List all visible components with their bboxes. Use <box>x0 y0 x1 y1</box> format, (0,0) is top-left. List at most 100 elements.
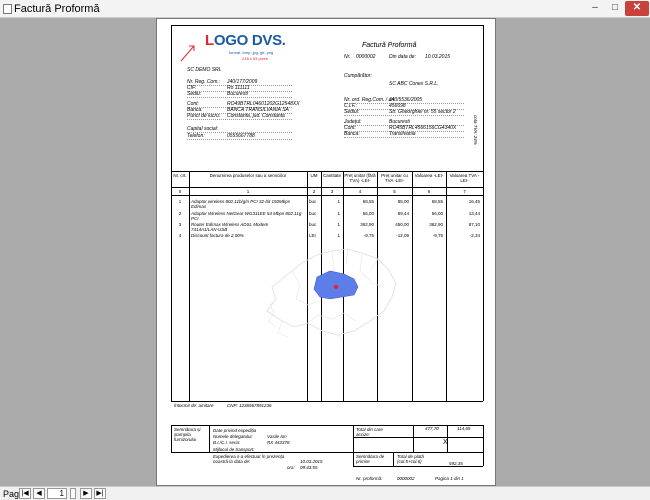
frame-right-line <box>483 25 484 171</box>
receiver-signature: Semnătura de primire <box>356 454 385 464</box>
maximize-button[interactable]: □ <box>606 1 624 16</box>
table-cell-pu: 68,55 <box>362 199 374 204</box>
table-right-border <box>483 171 484 401</box>
table-column-number: 7 <box>463 189 466 194</box>
table-cell-qty: 1 <box>337 222 340 227</box>
table-cell-pu-tva: 85,00 <box>397 199 409 204</box>
table-column-divider <box>412 171 413 401</box>
footer-nr-line <box>353 466 483 467</box>
transport-label: Mijlocul de transport: <box>213 447 255 452</box>
table-header-cell: Valoarea TVA -LEI- <box>449 173 480 183</box>
table-cell-qty: 1 <box>337 233 340 238</box>
buyer-name: SC ABC Conex S.R.L. <box>389 81 439 87</box>
footer-total-line <box>353 437 483 438</box>
preview-workspace[interactable]: LOGO DVS. format .bmp,.jpg,.gif,.png 218… <box>0 18 650 486</box>
table-cell-qty: 1 <box>337 199 340 204</box>
table-cell-tva: -2,34 <box>469 233 480 238</box>
table-header-cell: Preț unitar (fără TVA) -LEI- <box>344 173 376 183</box>
invoice-date: 10.03.2015 <box>425 54 451 60</box>
ora-label: ora: <box>287 465 295 470</box>
title-bar: Factură Proformă – □ ✕ <box>0 0 650 18</box>
table-left-border <box>171 171 172 401</box>
table-column-number: 4 <box>358 189 362 194</box>
table-header-top <box>171 171 483 172</box>
ci-value: RX 443378 <box>267 440 290 445</box>
table-column-number: 6 <box>427 189 431 194</box>
page-navigation-bar: Page: |◀ ◀ 1 ▶ ▶| <box>0 486 650 500</box>
total-value: 477,70 <box>425 426 439 431</box>
table-cell-val: -9,75 <box>432 233 443 238</box>
last-page-button[interactable]: ▶| <box>94 488 106 499</box>
delegat-name: Vasile Ion <box>267 434 287 439</box>
footer-right-border <box>483 425 484 452</box>
x-mark: X <box>443 439 448 446</box>
table-header-bottom <box>171 187 483 188</box>
table-column-number: 5 <box>393 189 396 194</box>
footer-divider-2 <box>353 425 354 452</box>
expedition-label: Expedierea s-a efectuat în prezența noas… <box>213 454 285 464</box>
close-button[interactable]: ✕ <box>625 1 649 16</box>
table-cell-pu-tva: 69,44 <box>397 211 409 216</box>
footer-lower-divider-3 <box>483 452 484 466</box>
expedition-date: 10.03.2015 <box>300 459 323 464</box>
frame-left-line <box>171 25 172 171</box>
table-cell-um: buc <box>309 199 317 204</box>
logo-size: 218 x 53 pixeli <box>242 56 268 61</box>
table-column-divider <box>446 171 447 401</box>
table-header-cell: Cantitate <box>322 173 341 178</box>
table-cell-qty: 1 <box>337 211 340 216</box>
minimize-button[interactable]: – <box>585 1 605 16</box>
table-column-divider <box>189 171 190 401</box>
prev-page-button[interactable]: ◀ <box>33 488 45 499</box>
table-cell-um: buc <box>309 211 317 216</box>
document-icon <box>3 4 12 14</box>
table-header-cell: UM <box>310 173 318 178</box>
table-cell-val: 68,55 <box>431 199 443 204</box>
buyer-dotted-line <box>344 137 464 138</box>
page-number-input[interactable]: 1 <box>47 488 67 499</box>
delegat-title: Date privind expediția <box>213 428 257 433</box>
table-cell-val: 362,90 <box>429 222 443 227</box>
table-cell-tva: 13,44 <box>468 211 480 216</box>
table-cell-pu-tva: 450,00 <box>395 222 409 227</box>
table-column-number: 1 <box>246 189 250 194</box>
watermark-map <box>266 248 397 341</box>
proforma-nr: 0000002 <box>397 476 415 481</box>
total-label: Total din care accize: <box>356 427 383 437</box>
table-row-number: 2 <box>178 211 182 216</box>
table-row-number: 3 <box>178 222 182 227</box>
frame-top-line <box>171 25 483 26</box>
supplier-name: SC DEMO SRL <box>187 67 222 73</box>
table-header-cell: Valoarea -LEI- <box>414 173 444 178</box>
invoice-page: LOGO DVS. format .bmp,.jpg,.gif,.png 218… <box>156 18 496 486</box>
ci-label: B.I./C.I. seria: <box>213 440 241 445</box>
table-header-cell: Denumirea produselor sau a serviciilor <box>209 173 287 178</box>
buyer-title: Cumpărător: <box>344 73 372 79</box>
invoice-nr: 0000002 <box>356 54 376 60</box>
first-page-button[interactable]: |◀ <box>19 488 31 499</box>
table-cell-pu-tva: -12,09 <box>396 233 409 238</box>
intocmit-line <box>171 401 483 402</box>
table-row-number: 1 <box>178 199 182 204</box>
table-row-name: Discount factura de 2,00% <box>191 233 244 238</box>
window-title: Factură Proformă <box>14 3 100 15</box>
supplier-dotted-line <box>187 119 292 120</box>
page-count: Pagina 1 din 1 <box>435 476 464 481</box>
table-cell-um: LEI <box>309 233 316 238</box>
logo-formats: format .bmp,.jpg,.gif,.png <box>229 50 274 55</box>
footer-lower-divider-2 <box>393 452 394 466</box>
proforma-nr-label: Nr. proformă: <box>356 476 383 481</box>
buyer-dotted-line <box>344 115 464 116</box>
intocmit-cnp: CNP: 1236567891236 <box>227 403 272 408</box>
table-row-name: Adaptor Wireless NetGear WG311EE 54 Mbps… <box>191 211 302 216</box>
table-row-number: 4 <box>178 233 182 238</box>
next-page-button[interactable]: ▶ <box>80 488 92 499</box>
total-vat: 114,65 <box>457 426 471 431</box>
table-cell-um: buc <box>309 222 317 227</box>
page-spinner[interactable] <box>70 488 76 499</box>
table-row-name: PCI <box>191 216 199 221</box>
footer-bottom-line <box>171 452 483 453</box>
table-cell-tva: 87,10 <box>468 222 480 227</box>
table-cell-val: 56,00 <box>431 211 443 216</box>
table-body-top <box>171 195 483 196</box>
